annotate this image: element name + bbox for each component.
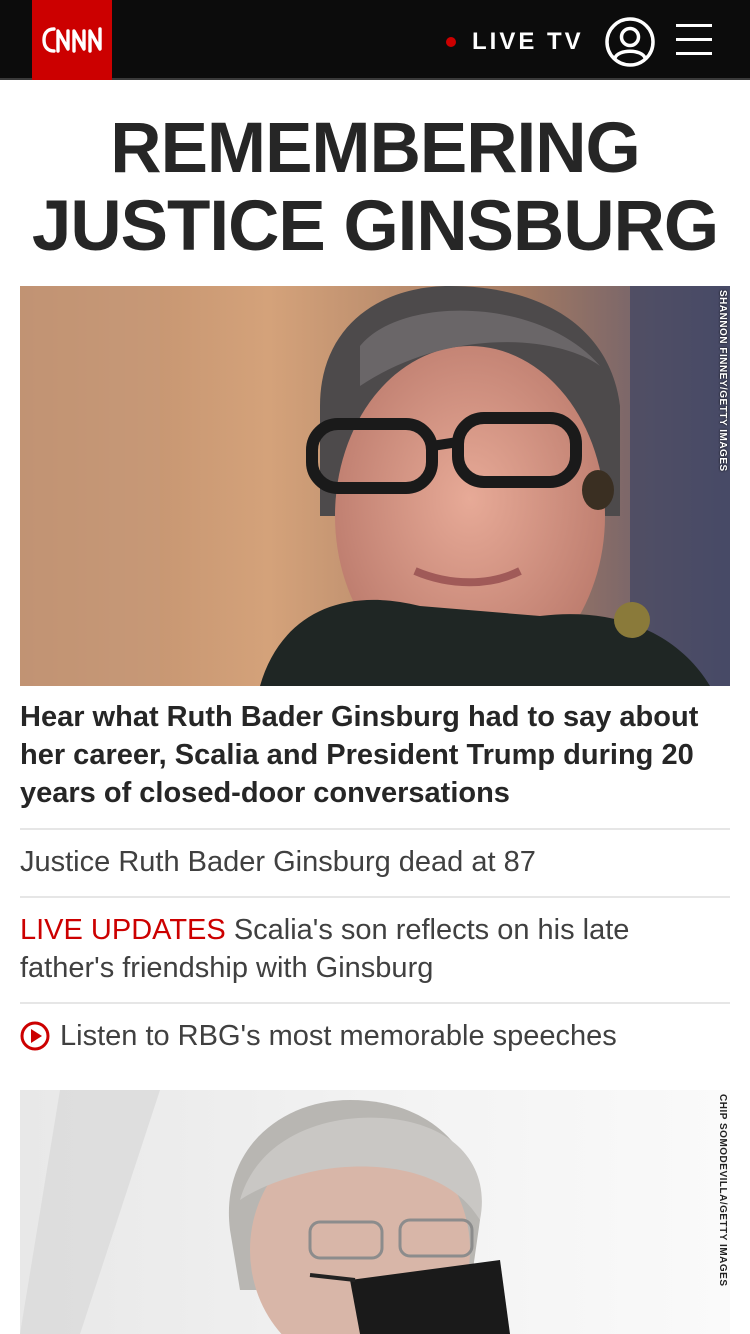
cnn-logo-mark <box>42 27 102 53</box>
cnn-logo[interactable] <box>32 0 112 80</box>
lead-photo-credit: SHANNON FINNEY/GETTY IMAGES <box>717 290 728 472</box>
second-story-image[interactable]: CHIP SOMODEVILLA/GETTY IMAGES <box>20 1090 730 1334</box>
user-circle-icon[interactable] <box>604 16 656 68</box>
live-indicator-dot <box>446 37 456 47</box>
lead-story-title[interactable]: Hear what Ruth Bader Ginsburg had to say… <box>20 698 730 812</box>
story-link-ginsburg-dead[interactable]: Justice Ruth Bader Ginsburg dead at 87 <box>20 843 730 881</box>
divider <box>20 828 730 830</box>
top-navigation-bar: LIVE TV <box>0 0 750 80</box>
story-link-rbg-speeches[interactable]: Listen to RBG's most memorable speeches <box>20 1017 730 1055</box>
lead-photo-illustration <box>20 286 730 686</box>
second-photo-illustration <box>20 1090 730 1334</box>
divider <box>20 1002 730 1004</box>
play-circle-icon <box>20 1021 50 1051</box>
divider <box>20 896 730 898</box>
live-updates-label: LIVE UPDATES <box>20 914 226 946</box>
live-tv-label: LIVE TV <box>472 28 584 55</box>
story-link-text: Justice Ruth Bader Ginsburg dead at 87 <box>20 846 536 878</box>
story-link-scalia-son[interactable]: LIVE UPDATES Scalia's son reflects on hi… <box>20 911 730 987</box>
hamburger-menu-icon[interactable] <box>676 22 712 58</box>
lead-story-image[interactable]: SHANNON FINNEY/GETTY IMAGES <box>20 286 730 686</box>
section-headline[interactable]: REMEMBERING JUSTICE GINSBURG <box>0 110 750 266</box>
story-link-text: Listen to RBG's most memorable speeches <box>60 1020 617 1052</box>
second-photo-credit: CHIP SOMODEVILLA/GETTY IMAGES <box>717 1094 728 1287</box>
live-tv-link[interactable]: LIVE TV <box>446 28 584 56</box>
